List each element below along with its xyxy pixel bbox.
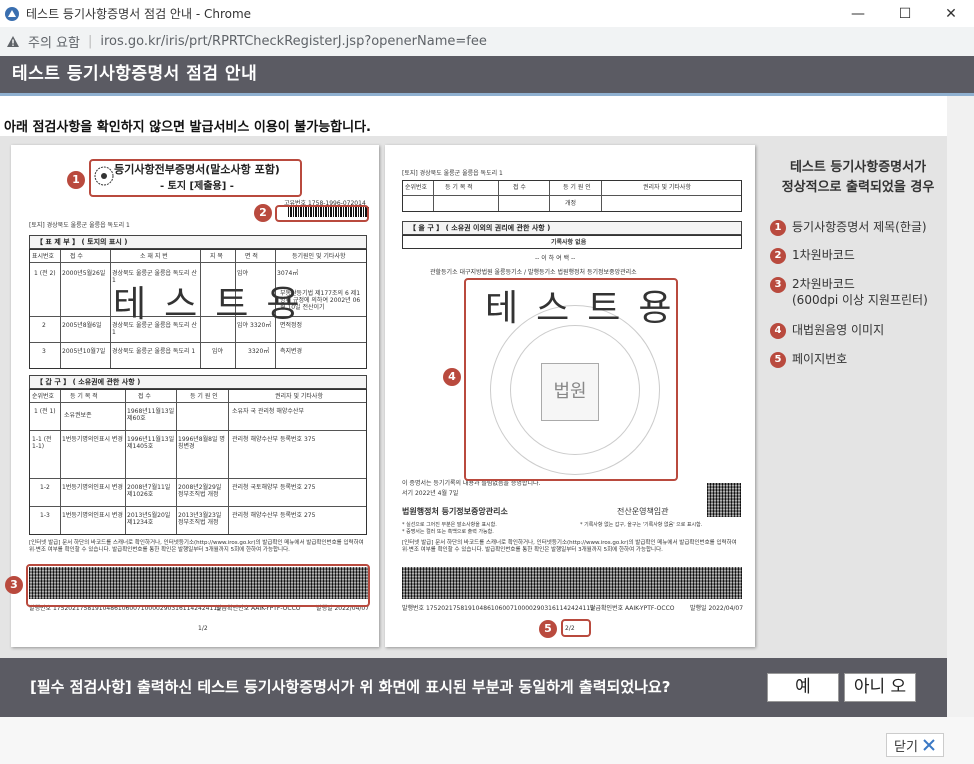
page-number: 1/2 — [198, 625, 208, 632]
barcode-2d — [402, 567, 742, 599]
section-title-pyojebu: 【 표 제 부 】 ( 토지의 표시 ) — [29, 235, 367, 249]
close-icon — [923, 739, 935, 751]
legend-item-title: 1 등기사항증명서 제목(한글) — [770, 219, 927, 236]
table-gapgu: 순위번호 등 기 목 적 접 수 등 기 원 인 권리자 및 기타사항 1 (전… — [29, 389, 367, 535]
yes-button[interactable]: 예 — [767, 673, 839, 702]
highlight-barcode-1d — [275, 205, 369, 222]
legend-item-barcode-1d: 2 1차원바코드 — [770, 247, 855, 264]
section-title-eulgu: 【 을 구 】 ( 소유권 이외의 권리에 관한 사항 ) — [402, 221, 742, 235]
issuer-line: 관할등기소 대구지방법원 울릉등기소 / 발행등기소 법원행정처 등기정보중앙관… — [430, 269, 637, 276]
marker-5: 5 — [539, 620, 557, 638]
iros-logo-icon — [5, 6, 19, 21]
legend-title-line2: 정상적으로 출력되었을 경우 — [781, 180, 935, 195]
test-watermark: 테스트용 — [113, 284, 318, 325]
highlight-doc-title — [89, 159, 302, 197]
cert-date: 서기 2022년 4월 7일 — [402, 490, 459, 497]
close-window-button[interactable]: ✕ — [928, 0, 974, 27]
note-color: * 증명서는 컬러 또는 흑백으로 출력 가능함. — [402, 529, 494, 535]
page-title: 테스트 등기사항증명서 점검 안내 — [12, 64, 258, 84]
confirm-bar: [필수 점검사항] 출력하신 테스트 등기사항증명서가 위 화면에 표시된 부분… — [0, 658, 947, 717]
window-titlebar: 테스트 등기사항증명서 점검 안내 - Chrome — ☐ ✕ — [0, 0, 974, 27]
marker-4: 4 — [443, 368, 461, 386]
note-empty: * 기록사항 없는 갑구, 을구는 '기록사항 없음' 으로 표시함. — [580, 522, 703, 528]
cert-statement: 이 증명서는 등기기록의 내용과 틀림없음을 증명합니다. — [402, 480, 541, 487]
issue-date: 발행일 2022/04/07 — [690, 605, 744, 612]
note-strike: * 실선으로 그어진 부분은 말소사항을 표시함. — [402, 522, 497, 528]
legend-title-line1: 테스트 등기사항증명서가 — [789, 160, 927, 175]
no-button[interactable]: 아니 오 — [844, 673, 916, 702]
close-button[interactable]: 닫기 — [886, 733, 944, 757]
footer-bar: 닫기 — [0, 717, 974, 764]
window-title: 테스트 등기사항증명서 점검 안내 - Chrome — [26, 7, 252, 21]
end-marker: -- 이 하 여 백 -- — [535, 255, 576, 262]
address-separator: | — [87, 34, 93, 49]
legend-item-barcode-2d: 3 2차원바코드 (600dpi 이상 지원프린터) — [770, 276, 928, 308]
page-header: 테스트 등기사항증명서 점검 안내 — [0, 56, 974, 96]
vertical-scrollbar[interactable] — [947, 96, 974, 717]
address-bar[interactable]: 주의 요함 | iros.go.kr/iris/prt/RPRTCheckReg… — [0, 27, 974, 56]
legend-item-page-number: 5 페이지번호 — [770, 351, 847, 368]
location-line: [토지] 경상북도 울릉군 울릉읍 독도리 1 — [402, 170, 503, 177]
security-warning-label[interactable]: 주의 요함 — [28, 32, 80, 51]
confirm-number: 발급확인번호 AAIK-YPTF-OCCO — [590, 605, 675, 612]
marker-3: 3 — [5, 576, 23, 594]
maximize-button[interactable]: ☐ — [882, 0, 928, 27]
officer-title: 전산운영책임관 — [617, 507, 669, 516]
warning-icon[interactable] — [6, 35, 20, 48]
internet-notice: [인터넷 발급] 문서 하단의 바코드를 스캐너로 확인하거나, 인터넷등기소(… — [29, 540, 364, 553]
legend-panel: 테스트 등기사항증명서가 정상적으로 출력되었을 경우 — [768, 158, 948, 198]
section-title-gapgu: 【 갑 구 】 ( 소유권에 관한 사항 ) — [29, 375, 367, 389]
marker-1: 1 — [67, 171, 85, 189]
content-area: 등기사항전부증명서(말소사항 포함) - 토지 [제출용] - 고유번호 175… — [0, 136, 947, 658]
table-header-continued: 순위번호 등 기 목 적 접 수 등 기 원 인 권리자 및 기타사항 개정 — [402, 180, 742, 212]
marker-2: 2 — [254, 204, 272, 222]
table-eulgu: 기록사항 없음 — [402, 235, 742, 249]
agency-name: 법원행정처 등기정보중앙관리소 — [402, 507, 508, 516]
url-text[interactable]: iros.go.kr/iris/prt/RPRTCheckRegisterJ.j… — [100, 34, 486, 49]
qr-code — [707, 483, 741, 517]
warning-notice: 아래 점검사항을 확인하지 않으면 발급서비스 이용이 불가능합니다. — [4, 120, 371, 135]
location-line: [토지] 경상북도 울릉군 울릉읍 독도리 1 — [29, 222, 130, 229]
minimize-button[interactable]: — — [835, 0, 881, 27]
confirm-question: [필수 점검사항] 출력하신 테스트 등기사항증명서가 위 화면에 표시된 부분… — [30, 678, 671, 696]
highlight-seal-image — [464, 278, 678, 481]
legend-item-seal: 4 대법원음영 이미지 — [770, 322, 884, 339]
internet-notice: [인터넷 발급] 문서 하단의 바코드를 스캐너로 확인하거나, 인터넷등기소(… — [402, 540, 737, 553]
issue-number: 발행번호 17520217581910486106007100002903161… — [402, 605, 594, 612]
highlight-barcode-2d — [26, 564, 370, 607]
highlight-page-number — [561, 619, 591, 637]
